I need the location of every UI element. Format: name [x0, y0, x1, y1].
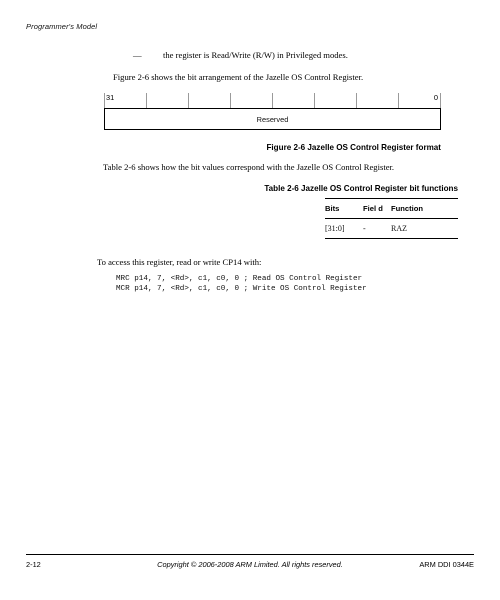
- scale-tick: [188, 93, 189, 108]
- scale-tick: [272, 93, 273, 108]
- register-field-box: Reserved: [104, 108, 441, 130]
- cell-field: -: [363, 224, 366, 233]
- cell-bits: [31:0]: [325, 224, 345, 233]
- bit-functions-table: Bits Fiel d Function [31:0] - RAZ: [325, 198, 458, 239]
- table-intro-paragraph: Table 2-6 shows how the bit values corre…: [103, 162, 395, 172]
- scale-tick: [104, 93, 105, 108]
- register-msb-label: 31: [106, 93, 115, 102]
- scale-tick: [146, 93, 147, 108]
- scale-tick: [440, 93, 441, 108]
- column-header-function: Function: [391, 204, 424, 213]
- running-header-title: Programmer's Model: [26, 22, 98, 31]
- register-field-label: Reserved: [256, 114, 289, 124]
- register-bit-diagram: 31 0 Reserved: [104, 93, 441, 130]
- footer-divider: [26, 554, 474, 556]
- scale-tick: [314, 93, 315, 108]
- document-page: Programmer's Model — the register is Read…: [0, 0, 500, 600]
- table-row: [31:0] - RAZ: [325, 219, 458, 239]
- column-header-bits: Bits: [325, 204, 340, 213]
- table-body: [31:0] - RAZ: [325, 219, 458, 239]
- table-caption: Table 2-6 Jazelle OS Control Register bi…: [264, 184, 458, 193]
- cell-function: RAZ: [391, 224, 407, 233]
- figure-caption: Figure 2-6 Jazelle OS Control Register f…: [266, 143, 441, 152]
- bullet-paragraph-text: the register is Read/Write (R/W) in Priv…: [163, 50, 348, 60]
- scale-tick: [230, 93, 231, 108]
- scale-tick: [356, 93, 357, 108]
- bullet-paragraph: — the register is Read/Write (R/W) in Pri…: [133, 50, 348, 60]
- register-bit-scale: 31 0: [104, 93, 441, 108]
- page-footer: 2-12 Copyright © 2006-2008 ARM Limited. …: [26, 560, 474, 572]
- register-lsb-label: 0: [433, 93, 438, 102]
- footer-copyright: Copyright © 2006-2008 ARM Limited. All r…: [157, 560, 343, 569]
- figure-intro-paragraph: Figure 2-6 shows the bit arrangement of …: [113, 72, 364, 82]
- column-header-field: Fiel d: [363, 204, 383, 213]
- scale-tick: [398, 93, 399, 108]
- footer-document-id: ARM DDI 0344E: [419, 560, 474, 569]
- assembly-code-block: MRC p14, 7, <Rd>, c1, c0, 0 ; Read OS Co…: [116, 275, 367, 294]
- table-header-row: Bits Fiel d Function: [325, 198, 458, 219]
- table-header: Bits Fiel d Function: [325, 198, 458, 219]
- em-dash-marker: —: [133, 50, 142, 60]
- access-intro-paragraph: To access this register, read or write C…: [97, 257, 262, 267]
